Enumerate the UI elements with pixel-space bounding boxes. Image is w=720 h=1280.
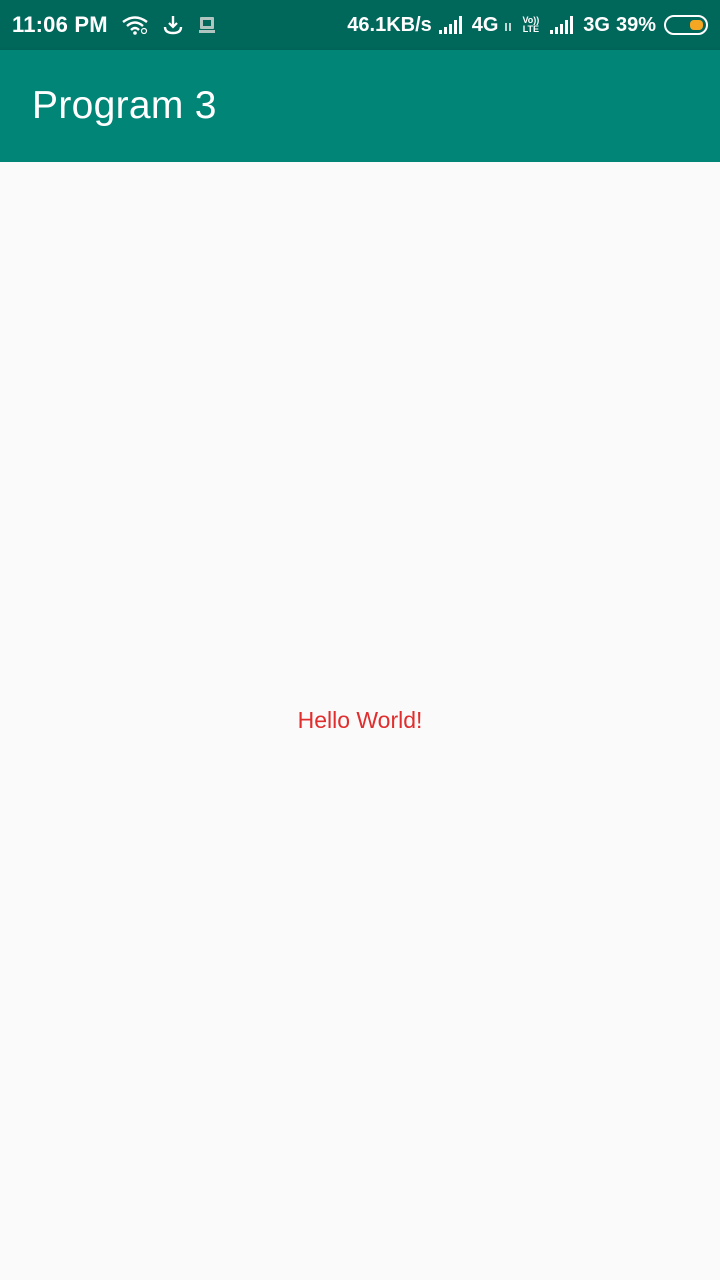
data-arrows-icon	[504, 18, 512, 32]
download-icon	[162, 14, 184, 36]
main-content: Hello World!	[0, 162, 720, 1280]
sim1-network-type: 4G	[471, 13, 499, 36]
app-bar: Program 3	[0, 50, 720, 162]
signal-icon	[549, 15, 577, 35]
volte-indicator: Vo)) LTE	[522, 16, 539, 34]
page-title: Program 3	[32, 84, 217, 127]
wifi-icon	[122, 15, 148, 35]
network-speed: 46.1KB/s	[347, 13, 432, 36]
battery-percent: 39%	[615, 13, 656, 36]
status-time: 11:06 PM	[12, 12, 108, 37]
status-bar-right: 46.1KB/s 4G Vo)) LTE 3G 39%	[347, 14, 708, 37]
notification-app-icon	[198, 15, 216, 35]
signal-icon	[438, 15, 466, 35]
hello-world-text: Hello World!	[297, 707, 423, 733]
volte-bottom-label: LTE	[522, 24, 540, 34]
status-bar-left: 11:06 PM	[12, 12, 216, 38]
battery-icon	[664, 15, 708, 35]
sim2-network-type: 3G	[583, 13, 610, 36]
status-bar: 11:06 PM 46.1KB/s 4G Vo)) LTE 3G 39%	[0, 0, 720, 50]
battery-level	[690, 20, 703, 30]
